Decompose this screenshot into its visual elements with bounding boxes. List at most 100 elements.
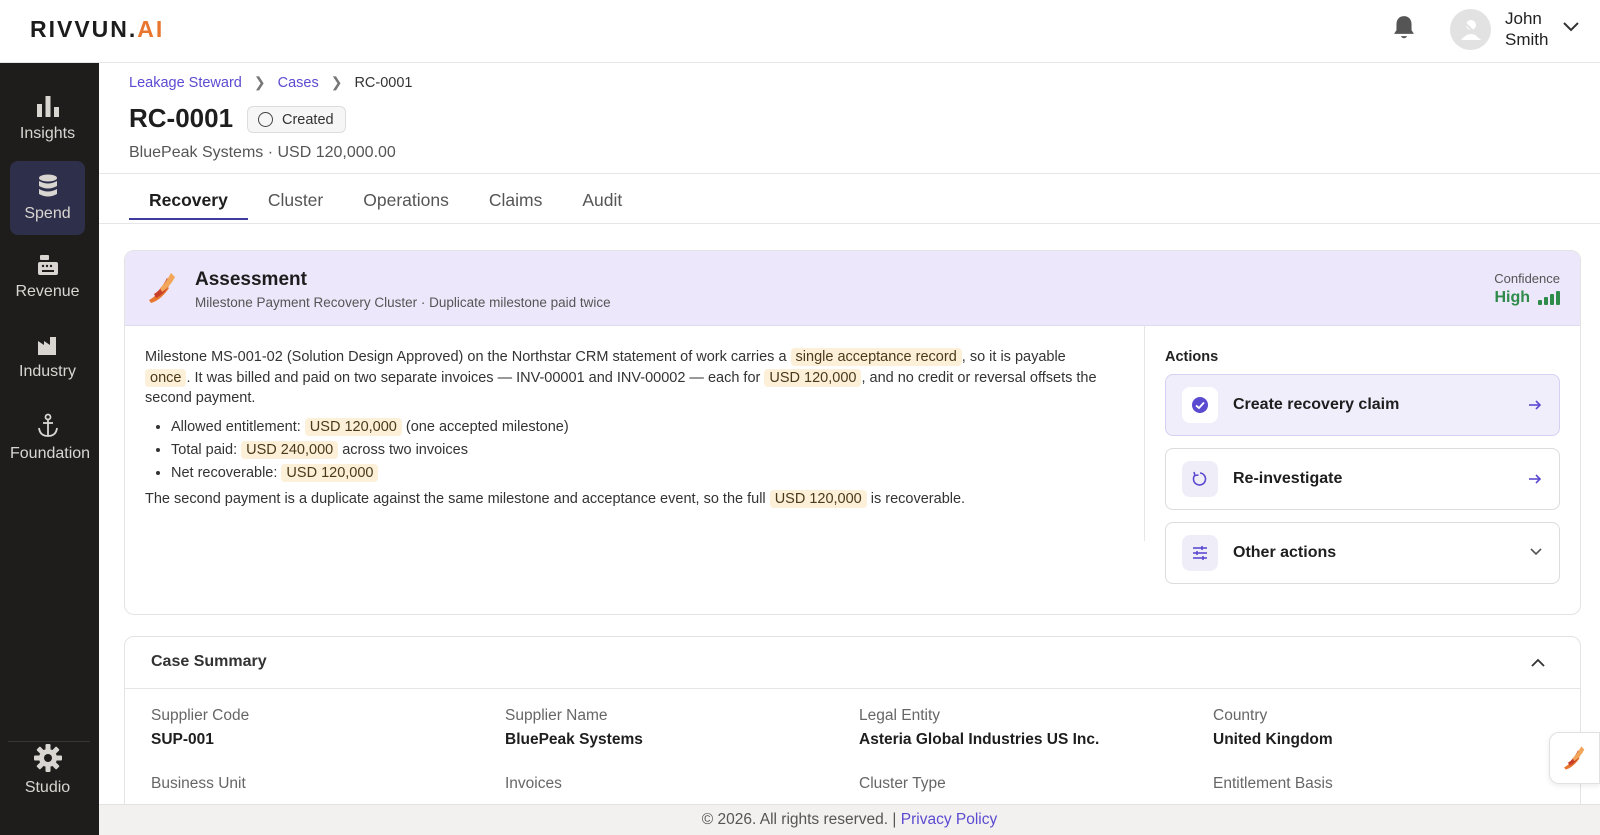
- bar-chart-icon: [36, 96, 59, 117]
- privacy-policy-link[interactable]: Privacy Policy: [901, 811, 997, 828]
- field-value: BluePeak Systems: [505, 731, 643, 748]
- tab-operations[interactable]: Operations: [363, 186, 449, 220]
- action-label: Create recovery claim: [1233, 396, 1400, 413]
- highlight-chip: USD 120,000: [304, 417, 402, 436]
- page-subtitle: BluePeak Systems · USD 120,000.00: [129, 144, 396, 161]
- sidebar: Insights Spend Revenue Industry Foundati…: [0, 63, 99, 835]
- sidebar-item-industry[interactable]: Industry: [10, 321, 85, 395]
- chevron-down-icon[interactable]: [1562, 20, 1580, 34]
- assistant-launcher-button[interactable]: [1549, 732, 1600, 784]
- summary-field-entitlement-basis: Entitlement Basis: [1213, 775, 1333, 793]
- field-value: United Kingdom: [1213, 731, 1333, 748]
- avatar[interactable]: [1450, 8, 1491, 50]
- tabs-divider: [99, 223, 1600, 224]
- highlight-chip: single acceptance record: [790, 348, 962, 366]
- sidebar-item-label: Industry: [19, 363, 76, 380]
- text-segment: Allowed entitlement:: [171, 418, 301, 435]
- summary-field-business-unit: Business Unit: [151, 775, 246, 793]
- arrow-right-icon: [1529, 474, 1542, 484]
- breadcrumb: Leakage Steward ❯ Cases ❯ RC-0001: [129, 74, 412, 91]
- text-segment: is recoverable.: [870, 491, 966, 507]
- field-label: Business Unit: [151, 775, 246, 792]
- tab-audit[interactable]: Audit: [582, 186, 622, 220]
- arrow-right-icon: [1529, 400, 1542, 410]
- chevron-right-icon: ❯: [330, 74, 343, 90]
- field-label: Entitlement Basis: [1213, 775, 1333, 792]
- field-label: Supplier Code: [151, 707, 250, 724]
- assessment-bullets: Allowed entitlement: USD 120,000 (one ac…: [171, 417, 1100, 484]
- highlight-chip: USD 120,000: [769, 490, 867, 508]
- gear-icon: [33, 744, 62, 772]
- cash-register-icon: [37, 255, 58, 275]
- field-value: SUP-001: [151, 731, 214, 748]
- actions-title: Actions: [1165, 349, 1219, 365]
- tab-recovery[interactable]: Recovery: [129, 186, 248, 220]
- sidebar-item-spend[interactable]: Spend: [10, 161, 85, 235]
- sidebar-item-studio[interactable]: Studio: [10, 731, 85, 805]
- list-item: Net recoverable: USD 120,000: [171, 463, 1100, 484]
- assessment-paragraph: Milestone MS-001-02 (Solution Design App…: [145, 347, 1100, 409]
- header-divider: [99, 173, 1600, 174]
- app-logo[interactable]: RIVVUN.AI: [30, 16, 164, 43]
- breadcrumb-cases[interactable]: Cases: [278, 75, 319, 91]
- assistant-logo-icon: [1563, 746, 1584, 770]
- assessment-subtitle: Milestone Payment Recovery Cluster · Dup…: [195, 295, 611, 310]
- other-actions-dropdown[interactable]: Other actions: [1165, 522, 1560, 584]
- summary-field-supplier-code: Supplier Code SUP-001: [151, 707, 249, 749]
- field-label: Country: [1213, 707, 1268, 724]
- tab-cluster[interactable]: Cluster: [268, 186, 323, 220]
- text-segment: , so it is payable: [961, 349, 1066, 365]
- notifications-bell-icon[interactable]: [1391, 14, 1417, 42]
- database-icon: [38, 174, 57, 197]
- user-first-name: John: [1505, 9, 1542, 28]
- summary-field-cluster-type: Cluster Type: [859, 775, 946, 793]
- sidebar-item-insights[interactable]: Insights: [10, 81, 85, 155]
- summary-field-supplier-name: Supplier Name BluePeak Systems: [505, 707, 643, 749]
- card-vertical-divider: [1144, 326, 1145, 541]
- breadcrumb-leakage-steward[interactable]: Leakage Steward: [129, 75, 242, 91]
- field-label: Supplier Name: [505, 707, 608, 724]
- status-label: Created: [282, 111, 334, 128]
- user-name: John Smith: [1505, 8, 1548, 50]
- sidebar-item-foundation[interactable]: Foundation: [10, 401, 91, 475]
- sidebar-item-label: Revenue: [15, 283, 80, 300]
- user-menu[interactable]: John Smith: [1450, 6, 1548, 52]
- text-segment: Net recoverable:: [171, 464, 278, 481]
- chevron-up-icon[interactable]: [1530, 657, 1546, 669]
- anchor-icon: [37, 413, 58, 437]
- tab-bar: Recovery Cluster Operations Claims Audit: [129, 186, 662, 220]
- sliders-icon: [1182, 535, 1218, 571]
- text-segment: Milestone MS-001-02 (Solution Design App…: [145, 349, 787, 365]
- user-last-name: Smith: [1505, 30, 1549, 49]
- case-summary-header[interactable]: Case Summary: [125, 637, 1580, 689]
- highlight-chip: once: [145, 368, 187, 387]
- status-badge: Created: [247, 106, 346, 133]
- highlight-chip: USD 120,000: [764, 368, 862, 387]
- field-label: Legal Entity: [859, 707, 940, 724]
- assessment-card: Assessment Milestone Payment Recovery Cl…: [124, 250, 1581, 615]
- assessment-logo-icon: [149, 273, 175, 303]
- check-circle-icon: [1182, 387, 1218, 423]
- user-placeholder-icon: [1460, 19, 1481, 40]
- top-bar: RIVVUN.AI John Smith: [0, 0, 1600, 63]
- confidence-level: High: [1494, 289, 1530, 306]
- sidebar-item-label: Spend: [24, 205, 71, 222]
- assessment-conclusion: The second payment is a duplicate agains…: [145, 489, 1100, 510]
- field-label: Cluster Type: [859, 775, 946, 792]
- text-segment: . It was billed and paid on two separate…: [186, 369, 761, 386]
- text-segment: across two invoices: [342, 441, 468, 458]
- sidebar-item-label: Studio: [24, 779, 71, 796]
- assessment-body: Milestone MS-001-02 (Solution Design App…: [145, 347, 1100, 510]
- field-value: Asteria Global Industries US Inc.: [859, 731, 1100, 748]
- signal-bars-icon: [1538, 291, 1560, 305]
- sidebar-item-label: Insights: [19, 125, 76, 142]
- case-summary-title: Case Summary: [151, 653, 267, 670]
- sidebar-item-revenue[interactable]: Revenue: [10, 241, 85, 315]
- create-recovery-claim-button[interactable]: Create recovery claim: [1165, 374, 1560, 436]
- tab-claims[interactable]: Claims: [489, 186, 542, 220]
- sidebar-item-label: Foundation: [10, 445, 91, 462]
- refresh-icon: [1182, 461, 1218, 497]
- list-item: Allowed entitlement: USD 120,000 (one ac…: [171, 417, 1100, 438]
- re-investigate-button[interactable]: Re-investigate: [1165, 448, 1560, 510]
- text-segment: Total paid:: [171, 441, 238, 458]
